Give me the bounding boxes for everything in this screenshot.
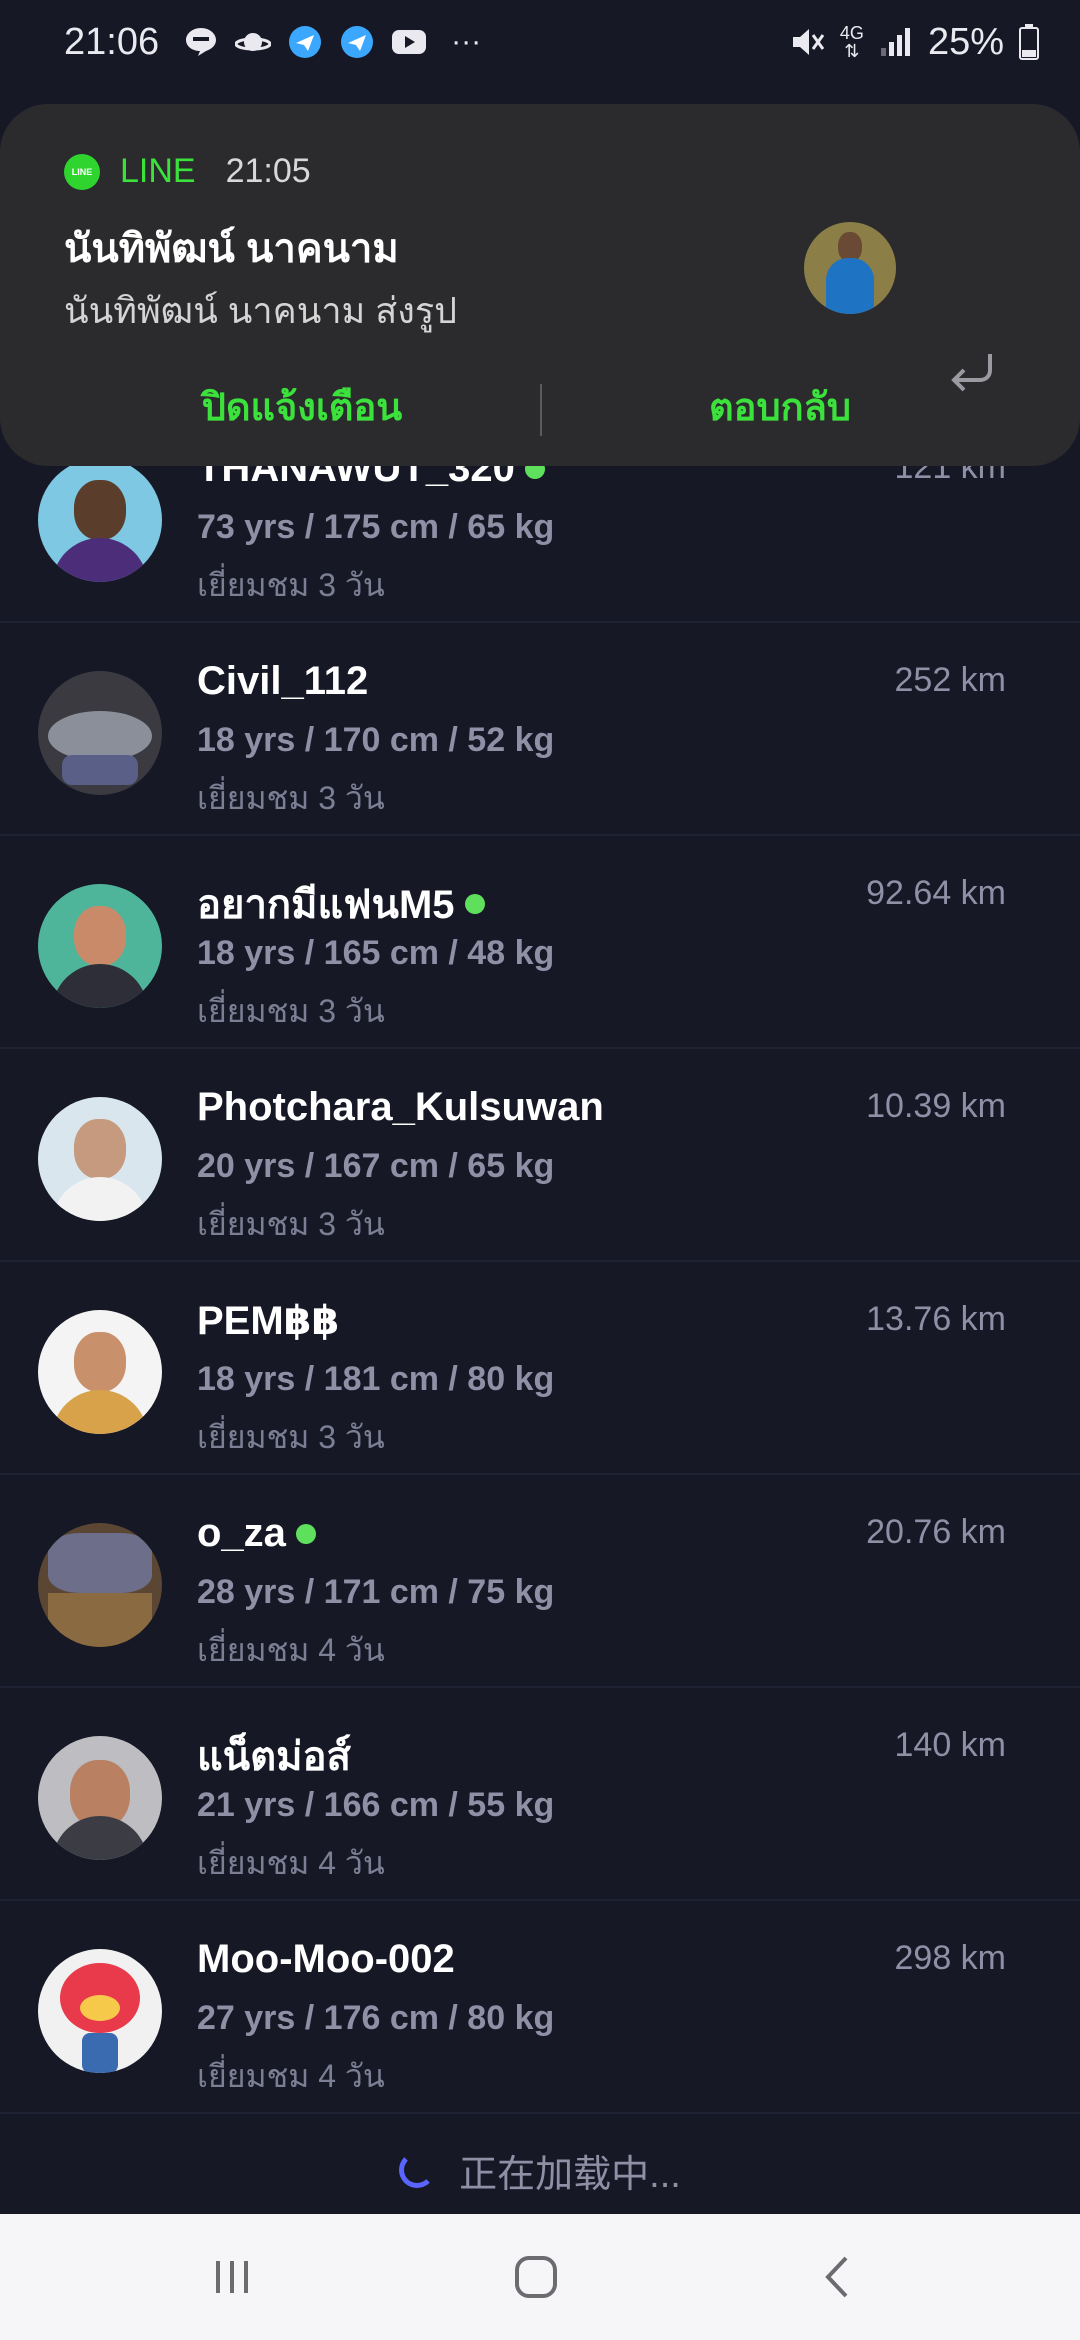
username-text: อยากมีแฟนM5 (197, 883, 455, 927)
heads-up-notification[interactable]: LINE LINE 21:05 นันทิพัฒน์ นาคนาม นันทิพ… (0, 104, 1080, 466)
recent-apps-icon[interactable] (182, 2242, 282, 2312)
status-bar: 21:06 ··· 4G ⇅ 25% (0, 0, 1080, 84)
sender-avatar (804, 222, 896, 314)
bird-app-icon (339, 24, 375, 60)
list-item[interactable]: o_za 28 yrs / 171 cm / 75 kg เยี่ยมชม 4 … (0, 1475, 1080, 1688)
home-icon[interactable] (486, 2242, 586, 2312)
list-item[interactable]: Photchara_Kulsuwan 20 yrs / 167 cm / 65 … (0, 1049, 1080, 1262)
user-stats: 28 yrs / 171 cm / 75 kg (197, 1573, 555, 1611)
username: PEM฿฿ (197, 1298, 339, 1344)
action-divider (540, 384, 542, 436)
list-item[interactable]: PEM฿฿ 18 yrs / 181 cm / 80 kg เยี่ยมชม 3… (0, 1262, 1080, 1475)
list-item[interactable]: แน็ตม่อส์ 21 yrs / 166 cm / 55 kg เยี่ยม… (0, 1688, 1080, 1901)
list-item[interactable]: Civil_112 18 yrs / 170 cm / 52 kg เยี่ยม… (0, 623, 1080, 836)
mute-icon (790, 24, 826, 60)
data-arrows-icon: ⇅ (844, 41, 860, 61)
notification-app-name: LINE (120, 152, 196, 190)
back-icon[interactable] (788, 2242, 888, 2312)
battery-icon (1018, 24, 1040, 60)
navigation-bar (0, 2214, 1080, 2340)
loading-indicator: 正在加载中... (0, 2140, 1080, 2200)
avatar (38, 1523, 162, 1647)
distance: 13.76 km (866, 1300, 1006, 1338)
list-item[interactable]: อยากมีแฟนM5 18 yrs / 165 cm / 48 kg เยี่… (0, 836, 1080, 1049)
username: แน็ตม่อส์ (197, 1724, 351, 1788)
list-item[interactable]: Moo-Moo-002 27 yrs / 176 cm / 80 kg เยี่… (0, 1901, 1080, 2114)
loading-text: 正在加载中... (459, 2153, 681, 2196)
youtube-icon (391, 24, 427, 60)
avatar (38, 458, 162, 582)
user-stats: 20 yrs / 167 cm / 65 kg (197, 1147, 555, 1185)
notification-title: นันทิพัฒน์ นาคนาม (64, 227, 399, 271)
visited-label: เยี่ยมชม 3 วัน (197, 1206, 385, 1242)
online-dot (464, 894, 485, 914)
distance: 252 km (894, 661, 1007, 699)
distance: 10.39 km (866, 1087, 1006, 1125)
status-right: 4G ⇅ 25% (790, 21, 1040, 64)
network-type-label: 4G ⇅ (840, 24, 864, 60)
line-chat-icon (183, 24, 219, 60)
visited-label: เยี่ยมชม 4 วัน (197, 1845, 385, 1881)
username: Moo-Moo-002 (197, 1937, 455, 1982)
user-stats: 18 yrs / 170 cm / 52 kg (197, 721, 555, 759)
saturn-icon (235, 24, 272, 60)
screen: 21:06 ··· 4G ⇅ 25% THANAWUT_320 73 yrs /… (0, 0, 1080, 2340)
visited-label: เยี่ยมชม 3 วัน (197, 567, 385, 603)
avatar (38, 1736, 162, 1860)
username-text: แน็ตม่อส์ (197, 1735, 351, 1779)
battery-percent: 25% (927, 20, 1004, 63)
avatar (38, 671, 162, 795)
username-text: o_za (197, 1511, 286, 1555)
username-text: Civil_112 (197, 659, 369, 703)
more-notifications-icon: ··· (451, 25, 482, 58)
visited-label: เยี่ยมชม 3 วัน (197, 1419, 385, 1455)
notification-body: นันทิพัฒน์ นาคนาม ส่งรูป (64, 290, 458, 331)
user-stats: 27 yrs / 176 cm / 80 kg (197, 1999, 555, 2037)
user-stats: 18 yrs / 181 cm / 80 kg (197, 1360, 555, 1398)
bird-app-icon (287, 24, 323, 60)
status-time: 21:06 (64, 20, 160, 63)
user-stats: 73 yrs / 175 cm / 65 kg (197, 508, 555, 546)
online-dot (295, 1523, 316, 1544)
username-text: Photchara_Kulsuwan (197, 1085, 604, 1129)
visited-label: เยี่ยมชม 3 วัน (197, 780, 385, 816)
username: Photchara_Kulsuwan (197, 1085, 604, 1130)
avatar (38, 1310, 162, 1434)
username: o_za (197, 1511, 316, 1556)
avatar (38, 1949, 162, 2073)
username: อยากมีแฟนM5 (197, 872, 485, 936)
username-text: PEM฿฿ (197, 1299, 340, 1343)
notification-app-row: LINE LINE 21:05 (64, 152, 311, 191)
visited-label: เยี่ยมชม 3 วัน (197, 993, 385, 1029)
avatar (38, 1097, 162, 1221)
line-app-icon: LINE (64, 153, 100, 190)
visited-label: เยี่ยมชม 4 วัน (197, 2058, 385, 2094)
avatar (38, 884, 162, 1008)
status-left: 21:06 ··· (64, 21, 489, 64)
user-stats: 21 yrs / 166 cm / 55 kg (197, 1786, 555, 1824)
username: Civil_112 (197, 659, 368, 704)
reply-button[interactable]: ตอบกลับ (580, 376, 980, 437)
distance: 140 km (894, 1726, 1007, 1764)
spinner-icon (399, 2152, 436, 2188)
user-stats: 18 yrs / 165 cm / 48 kg (197, 934, 555, 972)
distance: 298 km (894, 1939, 1007, 1977)
notification-actions: ปิดแจ้งเตือน ตอบกลับ (0, 352, 1080, 466)
visited-label: เยี่ยมชม 4 วัน (197, 1632, 385, 1668)
network-type: 4G (839, 23, 864, 43)
distance: 20.76 km (866, 1513, 1006, 1551)
distance: 92.64 km (866, 874, 1006, 912)
username-text: Moo-Moo-002 (197, 1937, 455, 1981)
notification-time: 21:05 (225, 152, 311, 190)
dismiss-notification-button[interactable]: ปิดแจ้งเตือน (102, 376, 502, 437)
signal-icon (878, 24, 914, 60)
